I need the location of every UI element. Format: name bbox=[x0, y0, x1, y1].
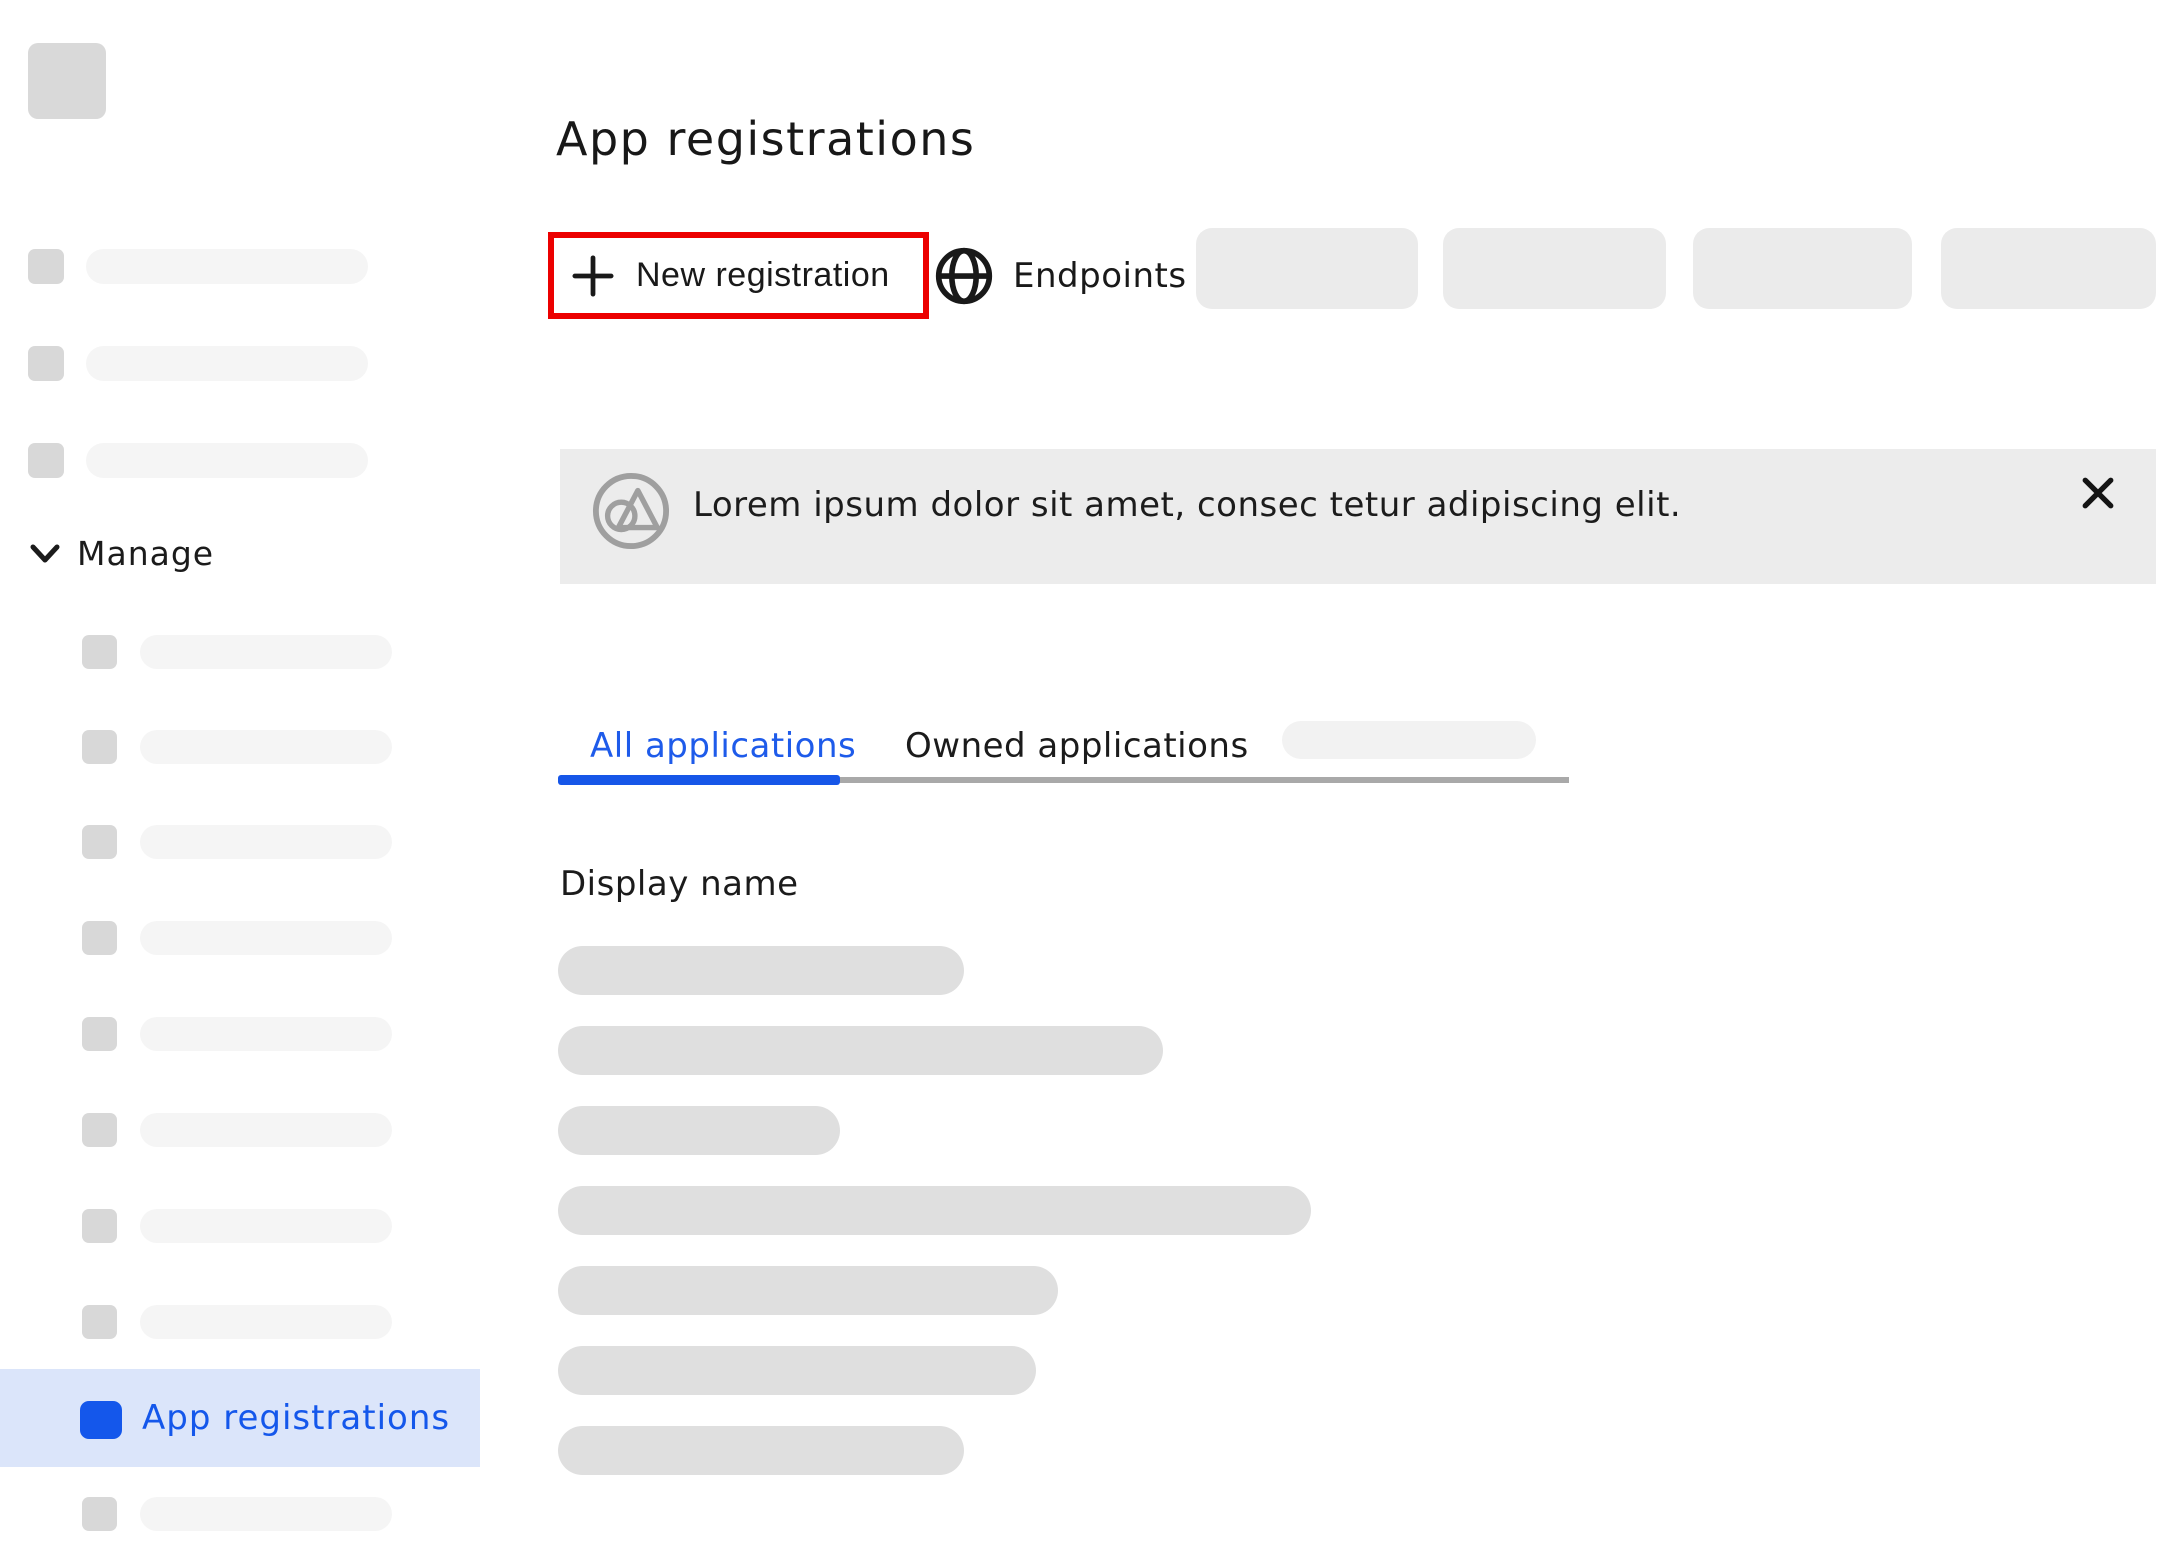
new-registration-label: New registration bbox=[636, 256, 890, 295]
sidebar-section-manage[interactable]: Manage bbox=[30, 534, 214, 573]
nav-label-placeholder bbox=[140, 825, 392, 859]
banner-close-button[interactable] bbox=[2075, 470, 2121, 516]
nav-label-placeholder bbox=[140, 1305, 392, 1339]
banner-message: Lorem ipsum dolor sit amet, consec tetur… bbox=[693, 449, 1681, 560]
page-title: App registrations bbox=[556, 112, 975, 166]
nav-label-placeholder bbox=[140, 1017, 392, 1051]
nav-label-placeholder bbox=[140, 730, 392, 764]
sidebar-item-app-registrations[interactable]: App registrations bbox=[0, 1369, 480, 1467]
nav-icon-placeholder bbox=[28, 443, 64, 478]
nav-label-placeholder bbox=[140, 921, 392, 955]
chevron-down-icon bbox=[30, 542, 60, 566]
new-registration-annotation-highlight: New registration bbox=[548, 232, 929, 319]
close-icon bbox=[2081, 476, 2115, 510]
tab-placeholder[interactable] bbox=[1282, 721, 1536, 759]
nav-icon-placeholder bbox=[82, 635, 117, 669]
app-row-placeholder[interactable] bbox=[558, 1346, 1036, 1395]
new-registration-button[interactable]: New registration bbox=[554, 238, 923, 313]
nav-label-placeholder bbox=[140, 635, 392, 669]
nav-icon-placeholder bbox=[82, 730, 117, 764]
nav-icon-placeholder bbox=[28, 346, 64, 381]
endpoints-label: Endpoints bbox=[1013, 256, 1187, 296]
nav-label-placeholder bbox=[86, 249, 368, 284]
endpoints-button[interactable]: Endpoints bbox=[934, 232, 1187, 319]
sidebar-item-label: App registrations bbox=[142, 1369, 450, 1467]
nav-icon-placeholder bbox=[82, 1305, 117, 1339]
nav-label-placeholder bbox=[140, 1497, 392, 1531]
app-row-placeholder[interactable] bbox=[558, 1266, 1058, 1315]
info-banner: Lorem ipsum dolor sit amet, consec tetur… bbox=[560, 449, 2156, 584]
toolbar-button-placeholder[interactable] bbox=[1693, 228, 1912, 309]
app-registrations-icon bbox=[80, 1401, 122, 1439]
tab-all-applications[interactable]: All applications bbox=[590, 726, 856, 766]
nav-icon-placeholder bbox=[82, 921, 117, 955]
nav-label-placeholder bbox=[86, 346, 368, 381]
plus-icon bbox=[572, 255, 614, 297]
nav-label-placeholder bbox=[86, 443, 368, 478]
active-tab-underline bbox=[558, 775, 840, 785]
tab-owned-applications[interactable]: Owned applications bbox=[905, 726, 1249, 766]
column-header-display-name: Display name bbox=[560, 864, 799, 904]
nav-icon-placeholder bbox=[82, 1209, 117, 1243]
toolbar-button-placeholder[interactable] bbox=[1443, 228, 1666, 309]
app-registrations-page: Manage App registrations App registratio… bbox=[0, 0, 2176, 1567]
nav-icon-placeholder bbox=[82, 1017, 117, 1051]
globe-icon bbox=[934, 245, 994, 307]
nav-icon-placeholder bbox=[82, 1113, 117, 1147]
app-row-placeholder[interactable] bbox=[558, 1026, 1163, 1075]
manage-section-label: Manage bbox=[77, 534, 214, 573]
tab-track-line bbox=[840, 777, 1569, 783]
shapes-logo-icon bbox=[592, 472, 670, 550]
nav-icon-placeholder bbox=[82, 825, 117, 859]
app-row-placeholder[interactable] bbox=[558, 1106, 840, 1155]
nav-label-placeholder bbox=[140, 1113, 392, 1147]
toolbar-button-placeholder[interactable] bbox=[1941, 228, 2156, 309]
app-row-placeholder[interactable] bbox=[558, 1186, 1311, 1235]
app-row-placeholder[interactable] bbox=[558, 1426, 964, 1475]
nav-icon-placeholder bbox=[82, 1497, 117, 1531]
app-logo-placeholder bbox=[28, 43, 106, 119]
nav-icon-placeholder bbox=[28, 249, 64, 284]
app-row-placeholder[interactable] bbox=[558, 946, 964, 995]
toolbar-button-placeholder[interactable] bbox=[1196, 228, 1418, 309]
nav-label-placeholder bbox=[140, 1209, 392, 1243]
